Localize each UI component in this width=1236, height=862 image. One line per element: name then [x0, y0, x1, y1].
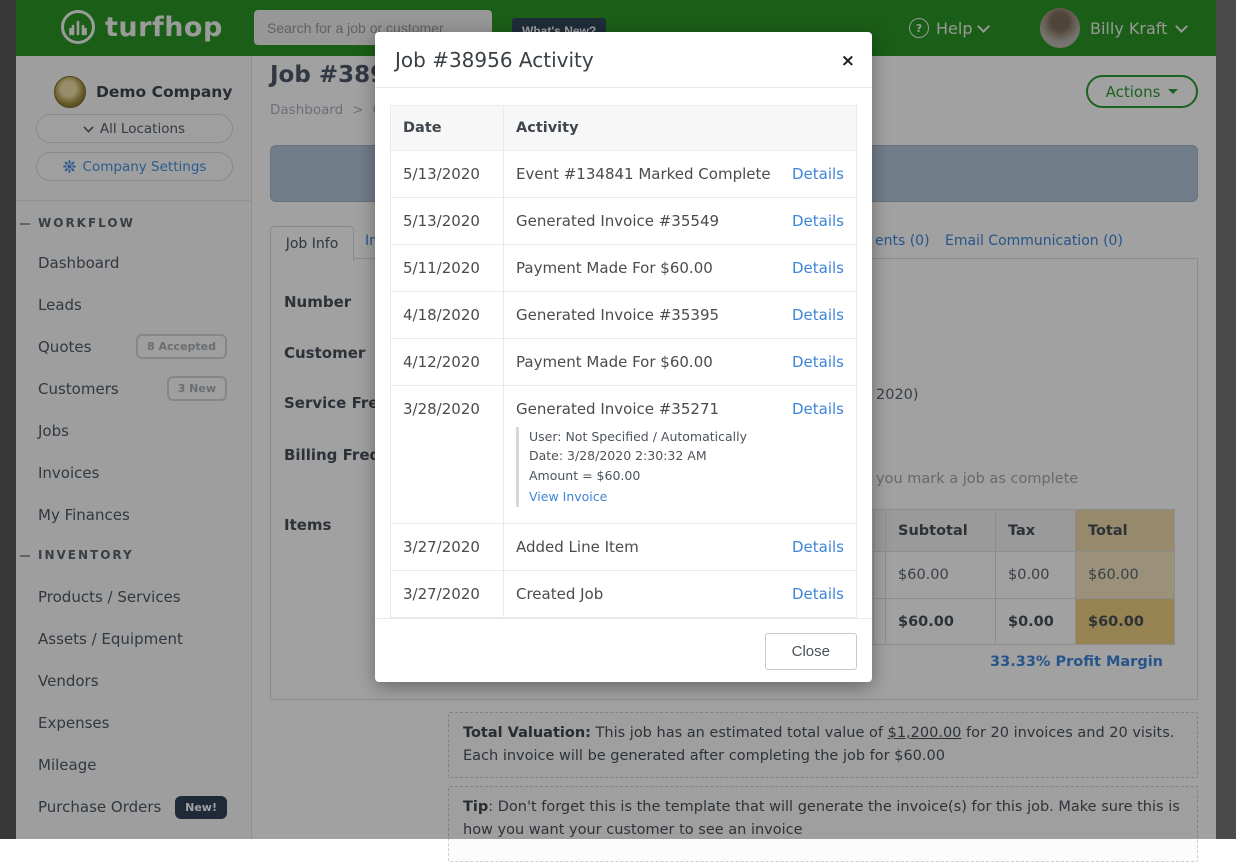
activity-text: Payment Made For $60.00 — [516, 259, 713, 277]
modal-footer: Close — [375, 618, 872, 684]
activity-date: 4/18/2020 — [391, 292, 504, 339]
activity-row-expanded: 3/28/2020 Generated Invoice #35271 Detail… — [391, 386, 857, 524]
activity-date: 5/13/2020 — [391, 151, 504, 198]
activity-row: 4/18/2020 Generated Invoice #35395 Detail… — [391, 292, 857, 339]
activity-text: Created Job — [516, 585, 603, 603]
details-link[interactable]: Details — [792, 353, 844, 371]
activity-details-panel: User: Not Specified / Automatically Date… — [516, 427, 844, 507]
activity-row: 3/27/2020 Added Line Item Details — [391, 523, 857, 570]
activity-date: 4/12/2020 — [391, 339, 504, 386]
activity-row: 5/13/2020 Generated Invoice #35549 Detail… — [391, 198, 857, 245]
activity-text: Event #134841 Marked Complete — [516, 165, 771, 183]
activity-date: 5/13/2020 — [391, 198, 504, 245]
activity-row: 5/11/2020 Payment Made For $60.00 Details — [391, 245, 857, 292]
modal-title: Job #38956 Activity — [395, 48, 594, 72]
view-invoice-link[interactable]: View Invoice — [529, 487, 607, 506]
activity-table: Date Activity 5/13/2020 Event #134841 Ma… — [390, 105, 857, 618]
details-link[interactable]: Details — [792, 306, 844, 324]
activity-table-header: Date Activity — [391, 106, 857, 151]
activity-date: 3/27/2020 — [391, 523, 504, 570]
modal-close-button[interactable]: Close — [765, 633, 857, 670]
details-link[interactable]: Details — [792, 400, 844, 418]
activity-row: 5/13/2020 Event #134841 Marked Complete D… — [391, 151, 857, 198]
activity-text: Payment Made For $60.00 — [516, 353, 713, 371]
activity-row: 4/12/2020 Payment Made For $60.00 Details — [391, 339, 857, 386]
col-date: Date — [391, 106, 504, 151]
left-edge-strip — [0, 0, 16, 839]
app-window: turfhop What's New? ? Help Billy Kraft D… — [0, 0, 1236, 839]
modal-body: Date Activity 5/13/2020 Event #134841 Ma… — [375, 88, 872, 618]
activity-date: 5/11/2020 — [391, 245, 504, 292]
scrollbar[interactable] — [1216, 0, 1236, 839]
details-link[interactable]: Details — [792, 165, 844, 183]
job-activity-modal: Job #38956 Activity × Date Activity 5/13… — [375, 32, 872, 682]
details-link[interactable]: Details — [792, 259, 844, 277]
activity-text: Added Line Item — [516, 538, 639, 556]
detail-amount: Amount = $60.00 — [529, 466, 844, 485]
activity-text: Generated Invoice #35271 — [516, 400, 719, 418]
close-icon[interactable]: × — [841, 53, 855, 70]
detail-user: User: Not Specified / Automatically — [529, 427, 844, 446]
details-link[interactable]: Details — [792, 585, 844, 603]
details-link[interactable]: Details — [792, 212, 844, 230]
details-link[interactable]: Details — [792, 538, 844, 556]
activity-text: Generated Invoice #35549 — [516, 212, 719, 230]
activity-date: 3/28/2020 — [391, 386, 504, 524]
col-activity: Activity — [504, 106, 857, 151]
activity-date: 3/27/2020 — [391, 570, 504, 617]
detail-date: Date: 3/28/2020 2:30:32 AM — [529, 446, 844, 465]
activity-row: 3/27/2020 Created Job Details — [391, 570, 857, 617]
activity-text: Generated Invoice #35395 — [516, 306, 719, 324]
modal-header: Job #38956 Activity × — [375, 32, 872, 88]
